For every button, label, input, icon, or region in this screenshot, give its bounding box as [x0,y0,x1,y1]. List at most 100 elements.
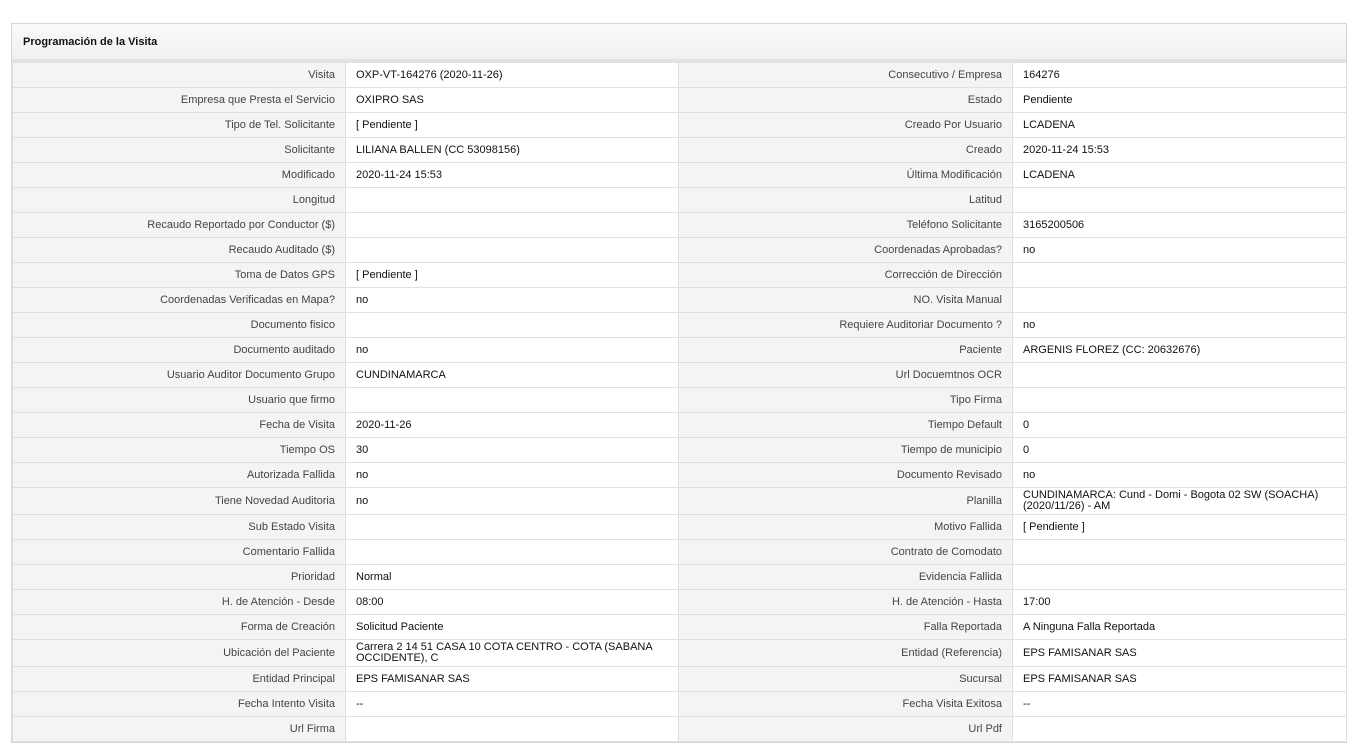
field-value-right [1012,262,1347,288]
table-row: Tipo de Tel. Solicitante[ Pendiente ] Cre… [12,112,1347,138]
table-row: Prioridad Normal Evidencia Fallida [12,564,1347,590]
field-value-left [345,312,679,338]
field-value-right: Pendiente [1012,87,1347,113]
field-label-right: Teléfono Solicitante [678,212,1013,238]
field-value-left [345,187,679,213]
field-label-right: Planilla [678,487,1013,515]
field-label-right: Evidencia Fallida [678,564,1013,590]
field-value-right: no [1012,462,1347,488]
field-label-left: Fecha de Visita [12,412,346,438]
table-row: Documento auditado no Paciente ARGENIS FLO… [12,337,1347,363]
table-row: Usuario Auditor Documento Grupo CUNDINAMA… [12,362,1347,388]
field-label-left: Tipo de Tel. Solicitante [12,112,346,138]
field-value-left: [ Pendiente ] [345,262,679,288]
field-label-left: Modificado [12,162,346,188]
field-label-left: Prioridad [12,564,346,590]
field-value-right: LCADENA [1012,112,1347,138]
field-label-right: Contrato de Comodato [678,539,1013,565]
field-value-right [1012,716,1347,742]
field-value-left: Normal [345,564,679,590]
table-row: Forma de Creación Solicitud Paciente Falla… [12,614,1347,640]
table-row: Solicitante LILIANA BALLEN (CC 53098156) C… [12,137,1347,163]
field-label-right: Consecutivo / Empresa [678,62,1013,88]
field-label-left: Autorizada Fallida [12,462,346,488]
field-value-left [345,716,679,742]
field-value-right [1012,539,1347,565]
table-row: Recaudo Auditado ($) Coordenadas Aprobada… [12,237,1347,263]
field-label-left: Fecha Intento Visita [12,691,346,717]
field-value-right: EPS FAMISANAR SAS [1012,639,1347,667]
field-label-left: Recaudo Reportado por Conductor ($) [12,212,346,238]
table-row: Entidad Principal EPS FAMISANAR SAS Sucurs… [12,666,1347,692]
field-value-right: -- [1012,691,1347,717]
field-value-left [345,539,679,565]
field-value-left: no [345,487,679,515]
field-label-right: Requiere Auditoriar Documento ? [678,312,1013,338]
field-value-right: EPS FAMISANAR SAS [1012,666,1347,692]
field-label-left: Coordenadas Verificadas en Mapa? [12,287,346,313]
field-value-right: LCADENA [1012,162,1347,188]
field-value-left: EPS FAMISANAR SAS [345,666,679,692]
field-label-left: Usuario que firmo [12,387,346,413]
field-label-left: Usuario Auditor Documento Grupo [12,362,346,388]
field-label-right: Sucursal [678,666,1013,692]
field-value-right [1012,187,1347,213]
field-label-right: Tiempo Default [678,412,1013,438]
table-row: Empresa que Presta el Servicio OXIPRO SAS… [12,87,1347,113]
table-row: Coordenadas Verificadas en Mapa? no NO. V… [12,287,1347,313]
field-label-left: Solicitante [12,137,346,163]
field-value-left [345,212,679,238]
field-label-right: Paciente [678,337,1013,363]
field-label-right: Tiempo de municipio [678,437,1013,463]
field-label-right: Entidad (Referencia) [678,639,1013,667]
field-label-left: Tiempo OS [12,437,346,463]
field-value-left: 08:00 [345,589,679,615]
field-label-left: Forma de Creación [12,614,346,640]
field-label-left: Comentario Fallida [12,539,346,565]
field-label-left: Documento fisico [12,312,346,338]
field-label-right: H. de Atención - Hasta [678,589,1013,615]
field-value-left [345,514,679,540]
field-value-left: no [345,462,679,488]
field-value-right [1012,564,1347,590]
field-label-left: H. de Atención - Desde [12,589,346,615]
field-value-left: OXIPRO SAS [345,87,679,113]
field-label-left: Toma de Datos GPS [12,262,346,288]
field-value-left: OXP-VT-164276 (2020-11-26) [345,62,679,88]
table-row: Fecha de Visita 2020-11-26 Tiempo Default… [12,412,1347,438]
field-value-right: 2020-11-24 15:53 [1012,137,1347,163]
field-value-right: ARGENIS FLOREZ (CC: 20632676) [1012,337,1347,363]
field-label-left: Documento auditado [12,337,346,363]
field-value-right: no [1012,312,1347,338]
field-value-right [1012,387,1347,413]
field-label-right: Creado Por Usuario [678,112,1013,138]
field-label-right: Estado [678,87,1013,113]
field-value-left: 2020-11-24 15:53 [345,162,679,188]
field-label-left: Visita [12,62,346,88]
field-label-left: Recaudo Auditado ($) [12,237,346,263]
field-label-right: NO. Visita Manual [678,287,1013,313]
table-row: Autorizada Fallida no Documento Revisado … [12,462,1347,488]
table-row: Visita OXP-VT-164276 (2020-11-26) Consecut… [12,62,1347,88]
table-row: Ubicación del Paciente Carrera 2 14 51 CA… [12,639,1347,667]
table-row: Comentario Fallida Contrato de Comodato [12,539,1347,565]
visit-details-table: Visita OXP-VT-164276 (2020-11-26) Consecut… [12,62,1347,742]
field-label-right: Motivo Fallida [678,514,1013,540]
field-label-left: Sub Estado Visita [12,514,346,540]
field-value-left: -- [345,691,679,717]
field-value-left: LILIANA BALLEN (CC 53098156) [345,137,679,163]
field-value-right: 164276 [1012,62,1347,88]
field-label-right: Latitud [678,187,1013,213]
field-label-left: Ubicación del Paciente [12,639,346,667]
field-value-right: CUNDINAMARCA: Cund - Domi - Bogota 02 SW… [1012,487,1347,515]
table-row: Recaudo Reportado por Conductor ($) Teléf… [12,212,1347,238]
field-label-right: Coordenadas Aprobadas? [678,237,1013,263]
panel-title: Programación de la Visita [12,24,1346,62]
table-row: Toma de Datos GPS[ Pendiente ] Corrección… [12,262,1347,288]
field-value-right: 0 [1012,412,1347,438]
field-label-right: Falla Reportada [678,614,1013,640]
field-value-right: [ Pendiente ] [1012,514,1347,540]
field-value-left: Solicitud Paciente [345,614,679,640]
visit-schedule-panel: Programación de la Visita Visita OXP-VT-1… [11,23,1347,743]
table-row: H. de Atención - Desde 08:00 H. de Atenció… [12,589,1347,615]
